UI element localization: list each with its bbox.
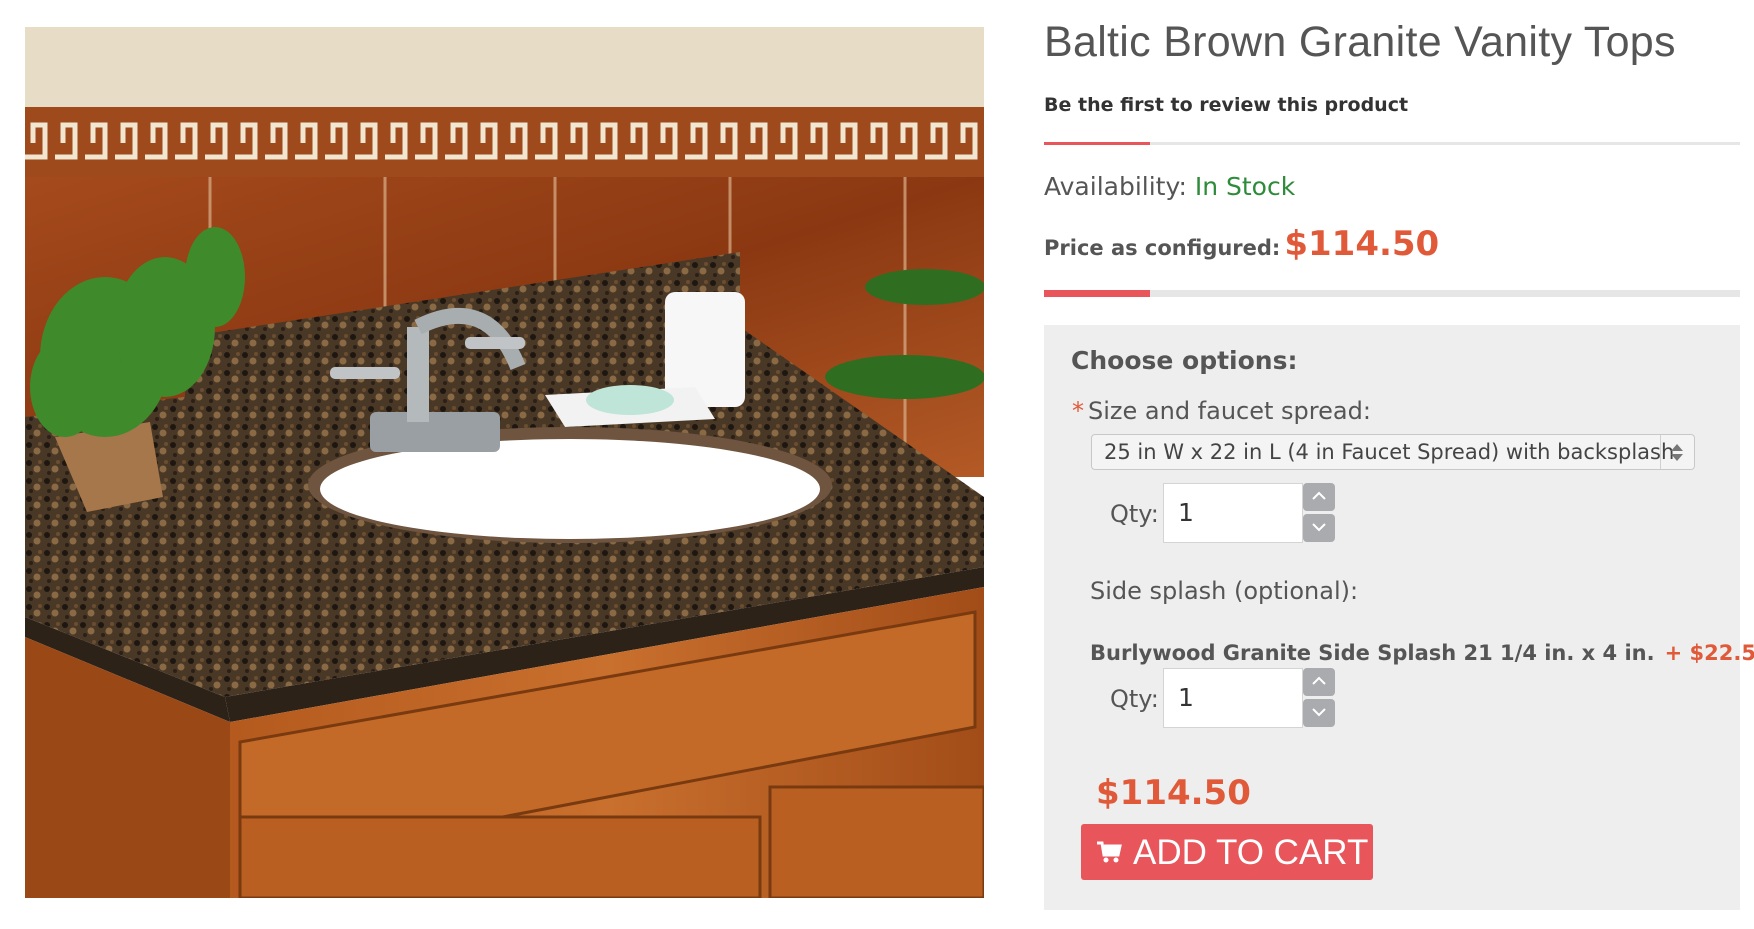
size-option-label: * Size and faucet spread:	[1072, 397, 1371, 425]
chevron-down-icon	[1312, 708, 1326, 717]
side-splash-qty-input[interactable]: 1	[1163, 668, 1303, 728]
side-splash-option[interactable]: Burlywood Granite Side Splash 21 1/4 in.…	[1090, 641, 1754, 665]
qty-label: Qty:	[1110, 500, 1159, 528]
availability: Availability: In Stock	[1044, 172, 1295, 201]
size-select-value: 25 in W x 22 in L (4 in Faucet Spread) w…	[1104, 440, 1675, 464]
select-arrows-icon	[1660, 435, 1694, 469]
size-qty-input[interactable]: 1	[1163, 483, 1303, 543]
product-info: Baltic Brown Granite Vanity Tops Be the …	[1044, 0, 1754, 929]
size-select[interactable]: 25 in W x 22 in L (4 in Faucet Spread) w…	[1091, 434, 1695, 470]
divider	[1044, 142, 1740, 145]
required-marker: *	[1072, 397, 1084, 425]
chevron-up-icon	[1312, 676, 1326, 685]
size-qty-increment-button[interactable]	[1303, 483, 1335, 511]
total-price: $114.50	[1096, 773, 1251, 813]
qty-label: Qty:	[1110, 685, 1159, 713]
availability-label: Availability:	[1044, 172, 1187, 201]
divider	[1044, 290, 1740, 297]
add-to-cart-label: ADD TO CART	[1133, 833, 1369, 872]
side-splash-price: + $22.50	[1664, 641, 1754, 665]
side-splash-name: Burlywood Granite Side Splash 21 1/4 in.…	[1090, 641, 1655, 665]
price-label: Price as configured:	[1044, 236, 1281, 260]
stock-status: In Stock	[1194, 172, 1296, 201]
cart-icon	[1097, 841, 1122, 863]
product-title: Baltic Brown Granite Vanity Tops	[1044, 18, 1676, 66]
size-qty-decrement-button[interactable]	[1303, 514, 1335, 542]
add-to-cart-button[interactable]: ADD TO CART	[1081, 824, 1373, 880]
chevron-up-icon	[1312, 491, 1326, 500]
size-option-text: Size and faucet spread:	[1088, 397, 1371, 425]
options-heading: Choose options:	[1071, 346, 1298, 375]
options-panel: Choose options: * Size and faucet spread:…	[1044, 325, 1754, 910]
price-row: Price as configured: $114.50	[1044, 224, 1439, 264]
chevron-down-icon	[1312, 523, 1326, 532]
side-splash-qty-decrement-button[interactable]	[1303, 699, 1335, 727]
review-link[interactable]: Be the first to review this product	[1044, 94, 1408, 116]
side-splash-qty-increment-button[interactable]	[1303, 668, 1335, 696]
price-value: $114.50	[1284, 224, 1440, 264]
side-splash-label: Side splash (optional):	[1090, 577, 1359, 605]
product-image[interactable]	[25, 27, 984, 898]
